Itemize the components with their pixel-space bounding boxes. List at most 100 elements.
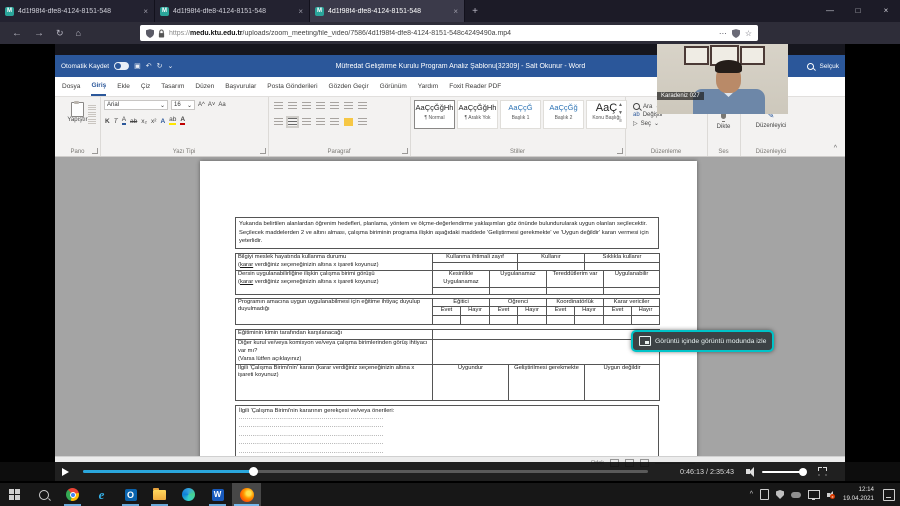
action-center-icon[interactable] — [883, 489, 895, 501]
tab-basvurular: Başvurular — [225, 78, 256, 95]
browser-tab-1[interactable]: M 4d1f98f4-dfe8-4124-8151-548 × — [0, 0, 155, 22]
tab-close-icon[interactable]: × — [452, 7, 459, 16]
volume-icon[interactable] — [746, 469, 750, 474]
tab-giris: Giriş — [91, 77, 106, 96]
taskbar-word[interactable]: W — [203, 483, 232, 506]
reload-icon[interactable]: ↻ — [56, 28, 64, 39]
maximize-button[interactable]: □ — [844, 0, 872, 22]
tab-dosya: Dosya — [62, 78, 80, 95]
close-button[interactable]: × — [872, 0, 900, 22]
time-display: 0:46:13 / 2:35:43 — [680, 467, 734, 476]
font-dialog-launcher — [260, 148, 266, 154]
taskbar-search-button[interactable] — [29, 483, 58, 506]
usb-device-icon[interactable] — [760, 489, 769, 500]
play-icon[interactable] — [62, 468, 69, 476]
show-marks-icon — [358, 102, 367, 110]
edge-icon — [182, 488, 195, 501]
minimize-button[interactable]: — — [816, 0, 844, 22]
desktop: M 4d1f98f4-dfe8-4124-8151-548 × M 4d1f98… — [0, 0, 900, 506]
url-bar[interactable]: https://medu.ktu.edu.tr/uploads/zoom_mee… — [140, 25, 758, 41]
tracking-shield-icon[interactable] — [146, 29, 154, 38]
taskbar-chrome[interactable] — [58, 483, 87, 506]
align-right-icon — [302, 118, 311, 126]
bookmark-star-icon[interactable]: ☆ — [745, 29, 752, 38]
tab-title: 4d1f98f4-dfe8-4124-8151-548 — [18, 8, 138, 15]
sort-icon — [344, 102, 353, 110]
subscript-icon: x₂ — [141, 118, 147, 125]
align-center-icon — [288, 118, 297, 126]
new-tab-button[interactable]: + — [465, 0, 485, 22]
replace-icon: ab — [633, 112, 640, 118]
font-color-icon: A — [180, 116, 185, 125]
tab-close-icon[interactable]: × — [297, 7, 304, 16]
url-path: /uploads/zoom_meeting/file_video/7586/4d… — [243, 30, 512, 37]
forward-icon[interactable]: → — [34, 28, 44, 39]
volume-muted-icon[interactable]: x — [827, 493, 830, 497]
tab-gorunum: Görünüm — [380, 78, 407, 95]
other-opinion-label: Diğer kurul ve/veya komisyon ve/veya çal… — [236, 340, 433, 364]
collapse-ribbon-icon: ^ — [834, 145, 837, 152]
back-icon[interactable]: ← — [12, 28, 22, 39]
editor-button: Düzenleyici — [740, 123, 802, 129]
style-heading2: AaÇçĞğBaşlık 2 — [543, 100, 584, 129]
numbering-icon — [288, 102, 297, 110]
taskbar-internet-explorer[interactable]: e — [87, 483, 116, 506]
document-page: Yukarıda belirtilen alanlardan öğrenim h… — [200, 161, 697, 456]
bullets-icon — [274, 102, 283, 110]
url-host: medu.ktu.edu.tr — [190, 30, 243, 37]
taskbar-clock[interactable]: 12:14 19.04.2021 — [843, 486, 874, 504]
person-face — [716, 64, 741, 93]
clock-date: 19.04.2021 — [843, 495, 874, 504]
tab-close-icon[interactable]: × — [142, 7, 149, 16]
hidden-icons-chevron[interactable]: ^ — [750, 491, 753, 498]
format-painter-icon — [88, 119, 96, 124]
tab-favicon: M — [160, 7, 169, 16]
lock-icon[interactable] — [158, 29, 165, 38]
network-display-icon[interactable] — [808, 490, 820, 499]
font-name-select: Arial⌄ — [104, 100, 168, 110]
page-actions-icon[interactable]: ⋯ — [719, 29, 727, 38]
superscript-icon: x² — [151, 118, 156, 125]
borders-icon — [358, 118, 367, 126]
fullscreen-icon[interactable] — [818, 467, 827, 476]
select-icon: ▷ — [633, 120, 638, 127]
tab-ekle: Ekle — [117, 78, 130, 95]
browser-tab-2[interactable]: M 4d1f98f4-dfe8-4124-8151-548 × — [155, 0, 310, 22]
justify-icon — [316, 118, 325, 126]
funding-label: Eğitiminin kimin tarafından karşılanacağ… — [236, 330, 433, 340]
taskbar-firefox-active[interactable] — [232, 483, 261, 506]
start-button[interactable] — [0, 483, 29, 506]
ie-icon: e — [99, 487, 105, 503]
onedrive-icon[interactable] — [791, 492, 801, 498]
undo-icon: ↶ — [146, 62, 152, 70]
antivirus-icon[interactable]: x — [776, 490, 784, 499]
seek-handle[interactable] — [249, 467, 258, 476]
seek-bar[interactable] — [83, 470, 648, 473]
video-player[interactable]: Otomatik Kaydet ▣ ↶ ↻ ⌄ Müfredat Gelişti… — [0, 44, 900, 483]
wall-frame — [740, 46, 765, 65]
styles-group: AaÇçĞğHh¶ Normal AaÇçĞğHh¶ Aralık Yok Aa… — [410, 97, 626, 156]
quick-access-dropdown-icon: ⌄ — [167, 62, 173, 70]
taskbar-file-explorer[interactable] — [145, 483, 174, 506]
taskbar-edge[interactable] — [174, 483, 203, 506]
url-text[interactable]: https://medu.ktu.edu.tr/uploads/zoom_mee… — [169, 30, 715, 37]
home-icon[interactable]: ⌂ — [76, 28, 81, 38]
outlook-icon: O — [125, 489, 137, 501]
usage-table: Bilgiyi meslek hayatında kullanma durumu… — [235, 253, 660, 271]
shield-check-icon[interactable] — [732, 29, 740, 38]
paragraph-group: Paragraf — [268, 97, 411, 156]
volume-slider[interactable] — [762, 471, 804, 473]
decrease-indent-icon — [316, 102, 325, 110]
taskbar-outlook[interactable]: O — [116, 483, 145, 506]
pip-button[interactable]: Görüntü içinde görüntü modunda izle — [631, 330, 774, 352]
tab-ciz: Çiz — [141, 78, 150, 95]
tab-favicon: M — [5, 7, 14, 16]
copy-icon — [88, 112, 96, 117]
browser-tab-3-active[interactable]: M 4d1f98f4-dfe8-4124-8151-548 × — [310, 0, 465, 22]
styles-dialog-launcher — [617, 148, 623, 154]
browser-toolbar: ← → ↻ ⌂ https://medu.ktu.edu.tr/uploads/… — [0, 22, 900, 44]
word-icon: W — [212, 489, 224, 501]
usage-col3: Sıklıkla kullanır — [585, 254, 660, 263]
usage-col2: Kullanır — [518, 254, 585, 263]
usage-label: Bilgiyi meslek hayatında kullanma durumu… — [236, 254, 433, 271]
